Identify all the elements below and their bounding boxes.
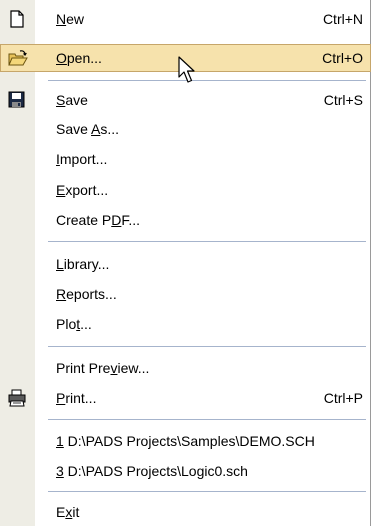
separator — [48, 80, 366, 81]
shortcut-text: Ctrl+S — [323, 92, 363, 108]
menu-item-library[interactable]: Library... — [0, 250, 371, 278]
shortcut-text: Ctrl+P — [323, 390, 363, 406]
menu-item-export[interactable]: Export... — [0, 176, 371, 204]
menu-item-save[interactable]: Save Ctrl+S — [0, 86, 371, 114]
menu-item-reports[interactable]: Reports... — [0, 280, 371, 308]
menu-item-save-as[interactable]: Save As... — [0, 115, 371, 143]
separator — [48, 491, 366, 492]
file-menu: New Ctrl+N Open... Ctrl+O Save Ctrl+S Sa… — [0, 0, 371, 526]
menu-item-exit[interactable]: Exit — [0, 498, 371, 526]
separator — [48, 346, 366, 347]
menu-item-print[interactable]: Print... Ctrl+P — [0, 384, 371, 412]
shortcut-text: Ctrl+O — [322, 50, 363, 66]
separator — [48, 241, 366, 242]
menu-item-import[interactable]: Import... — [0, 145, 371, 173]
printer-icon — [8, 389, 26, 407]
menu-item-recent-file-3[interactable]: 3 D:\PADS Projects\Logic0.sch — [0, 457, 371, 485]
new-document-icon — [10, 10, 24, 28]
menu-item-print-preview[interactable]: Print Preview... — [0, 354, 371, 382]
menu-item-recent-file-1[interactable]: 1 D:\PADS Projects\Samples\DEMO.SCH — [0, 427, 371, 455]
mouse-cursor-icon — [178, 56, 195, 83]
menu-item-create-pdf[interactable]: Create PDF... — [0, 206, 371, 234]
menu-item-plot[interactable]: Plot... — [0, 310, 371, 338]
save-disk-icon — [8, 91, 25, 108]
shortcut-text: Ctrl+N — [322, 11, 363, 27]
menu-item-new[interactable]: New Ctrl+N — [0, 5, 371, 33]
separator — [48, 419, 366, 420]
open-folder-icon — [8, 50, 28, 66]
